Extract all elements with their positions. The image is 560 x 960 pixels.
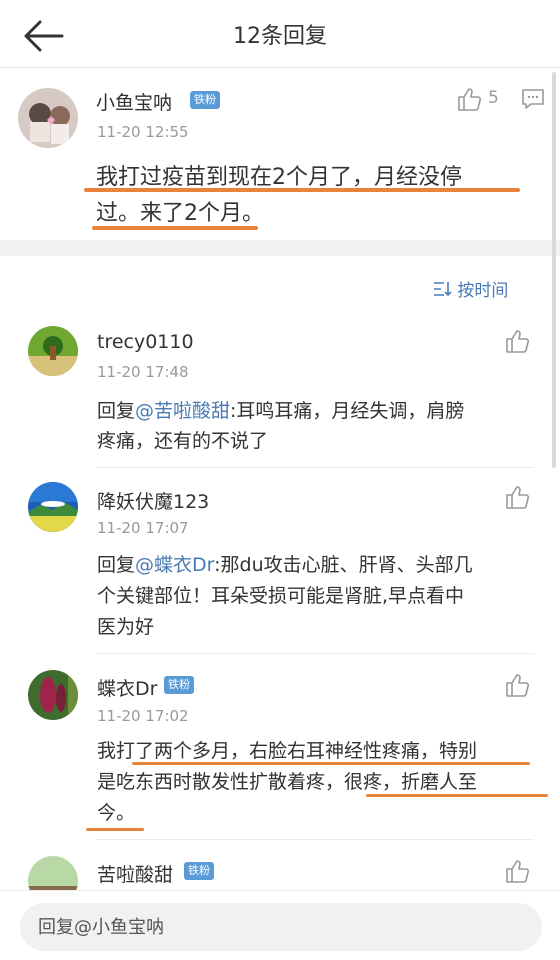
sort-icon bbox=[434, 282, 452, 297]
highlight-underline bbox=[86, 828, 144, 831]
thumbs-up-icon[interactable] bbox=[504, 858, 530, 884]
reply-item: 苦啦酸甜 铁粉 bbox=[0, 840, 560, 890]
reply-line-rest: :那du攻击心脏、肝肾、头部几 bbox=[214, 554, 473, 576]
reply-text: 回复@蝶衣Dr:那du攻击心脏、肝肾、头部几 个关键部位！耳朵受损可能是肾脏,早… bbox=[97, 550, 473, 643]
reply-item: 蝶衣Dr 铁粉 11-20 17:02 我打了两个多月，右脸右耳神经性疼痛，特别… bbox=[0, 654, 560, 838]
timestamp: 11-20 17:02 bbox=[97, 707, 189, 725]
section-gap bbox=[0, 240, 560, 256]
reply-line: 疼痛，还有的不说了 bbox=[97, 430, 269, 452]
comment-icon[interactable] bbox=[520, 86, 546, 112]
fan-badge: 铁粉 bbox=[184, 862, 214, 880]
page-title: 12条回复 bbox=[233, 24, 327, 49]
fan-badge: 铁粉 bbox=[164, 676, 194, 694]
timestamp: 11-20 17:48 bbox=[97, 363, 189, 381]
reply-line-rest: :耳鸣耳痛，月经失调，肩膀 bbox=[230, 400, 465, 422]
username[interactable]: 小鱼宝呐 bbox=[96, 88, 172, 115]
page: 12条回复 小鱼宝呐 铁粉 11-20 12:55 5 我打过疫苗到现在2个月了… bbox=[0, 0, 560, 960]
username[interactable]: 降妖伏魔123 bbox=[97, 487, 209, 514]
reply-input[interactable] bbox=[20, 903, 542, 951]
thumbs-up-icon[interactable] bbox=[504, 484, 530, 510]
sort-label: 按时间 bbox=[457, 281, 509, 301]
avatar[interactable] bbox=[28, 856, 78, 890]
timestamp: 11-20 12:55 bbox=[97, 123, 189, 141]
sort-by-time-button[interactable]: 按时间 bbox=[432, 276, 509, 301]
reply-line: 回复@苦啦酸甜:耳鸣耳痛，月经失调，肩膀 bbox=[97, 396, 464, 426]
root-comment: 小鱼宝呐 铁粉 11-20 12:55 5 我打过疫苗到现在2个月了，月经没停 … bbox=[0, 68, 560, 240]
username[interactable]: 苦啦酸甜 bbox=[97, 860, 173, 887]
username[interactable]: 蝶衣Dr bbox=[97, 674, 157, 701]
reply-item: trecy0110 11-20 17:48 回复@苦啦酸甜:耳鸣耳痛，月经失调，… bbox=[0, 318, 560, 466]
highlight-underline bbox=[132, 762, 530, 765]
mention-link[interactable]: @蝶衣Dr bbox=[135, 554, 214, 576]
scrollbar[interactable] bbox=[552, 72, 556, 468]
avatar[interactable] bbox=[18, 88, 78, 148]
avatar[interactable] bbox=[28, 670, 78, 720]
like-count: 5 bbox=[488, 88, 499, 108]
reply-line: 今。 bbox=[97, 802, 136, 824]
reply-text: 回复@苦啦酸甜:耳鸣耳痛，月经失调，肩膀 疼痛，还有的不说了 bbox=[97, 396, 464, 456]
avatar[interactable] bbox=[28, 326, 78, 376]
reply-line: 医为好 bbox=[97, 616, 155, 638]
thumbs-up-icon[interactable] bbox=[504, 672, 530, 698]
comment-text: 我打过疫苗到现在2个月了，月经没停 过。来了2个月。 bbox=[96, 160, 462, 232]
username[interactable]: trecy0110 bbox=[97, 331, 194, 353]
reply-prefix: 回复 bbox=[97, 554, 136, 576]
fan-badge: 铁粉 bbox=[190, 91, 220, 109]
thumbs-up-icon[interactable] bbox=[456, 86, 482, 112]
reply-bar bbox=[0, 890, 560, 960]
reply-prefix: 回复 bbox=[97, 400, 136, 422]
highlight-underline bbox=[84, 188, 520, 192]
thumbs-up-icon[interactable] bbox=[504, 328, 530, 354]
reply-text: 我打了两个多月，右脸右耳神经性疼痛，特别 是吃东西时散发性扩散着疼，很疼，折磨人… bbox=[97, 736, 477, 829]
top-bar: 12条回复 bbox=[0, 0, 560, 68]
mention-link[interactable]: @苦啦酸甜 bbox=[135, 400, 230, 422]
reply-line: 回复@蝶衣Dr:那du攻击心脏、肝肾、头部几 bbox=[97, 550, 473, 581]
highlight-underline bbox=[366, 794, 548, 797]
timestamp: 11-20 17:07 bbox=[97, 519, 189, 537]
avatar[interactable] bbox=[28, 482, 78, 532]
reply-item: 降妖伏魔123 11-20 17:07 回复@蝶衣Dr:那du攻击心脏、肝肾、头… bbox=[0, 468, 560, 652]
highlight-underline bbox=[92, 226, 258, 230]
reply-line: 个关键部位！耳朵受损可能是肾脏,早点看中 bbox=[97, 585, 465, 607]
